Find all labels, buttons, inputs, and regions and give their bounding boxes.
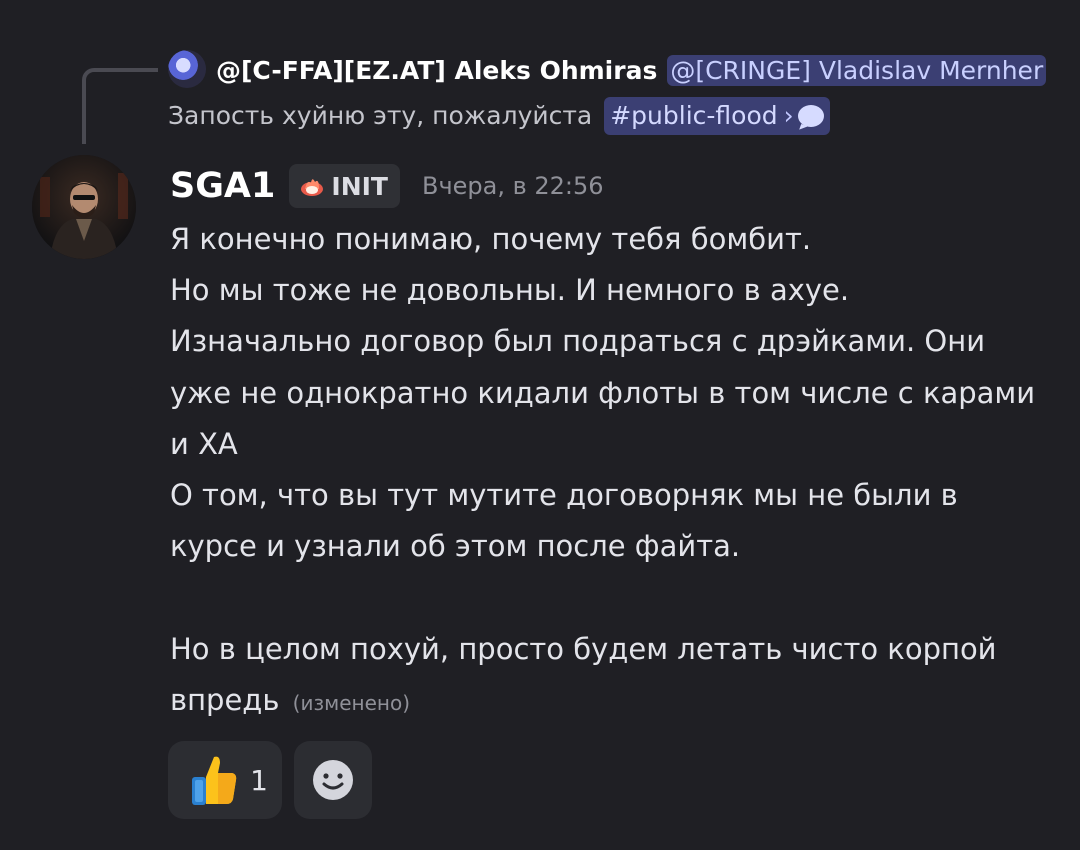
- message-text: Я конечно понимаю, почему тебя бомбит. Н…: [170, 222, 1036, 717]
- add-reaction-button[interactable]: [294, 741, 372, 819]
- reply-mention[interactable]: @[CRINGE] Vladislav Mernher: [667, 55, 1047, 86]
- reaction-count: 1: [250, 763, 268, 797]
- add-reaction-icon: [313, 760, 353, 800]
- channel-link[interactable]: #public-flood ›: [604, 97, 830, 135]
- thumbs-up-icon: [192, 756, 237, 805]
- chevron-right-icon: ›: [783, 101, 794, 130]
- reply-text: Запость хуйню эту, пожалуйста: [168, 101, 593, 130]
- reply-preview[interactable]: @[C-FFA][EZ.AT] Aleks Ohmiras @[CRINGE] V…: [168, 48, 1048, 138]
- chat-bubble-icon: [797, 105, 824, 127]
- server-tag-badge[interactable]: INIT: [289, 164, 400, 208]
- username[interactable]: SGA1: [170, 166, 275, 206]
- chat-screen: @[C-FFA][EZ.AT] Aleks Ohmiras @[CRINGE] V…: [0, 0, 1080, 850]
- message-body: Я конечно понимаю, почему тебя бомбит. Н…: [170, 214, 1050, 729]
- reply-author-avatar[interactable]: [168, 50, 206, 88]
- edited-label: (изменено): [292, 690, 410, 715]
- avatar[interactable]: [32, 155, 136, 259]
- message-header: SGA1 INIT Вчера, в 22:56: [170, 160, 604, 212]
- reply-connector: [82, 68, 158, 144]
- server-tag-label: INIT: [331, 171, 388, 201]
- channel-name: #public-flood: [610, 101, 778, 130]
- reactions-bar: 1: [168, 741, 372, 819]
- reply-author-name[interactable]: @[C-FFA][EZ.AT] Aleks Ohmiras: [216, 56, 657, 85]
- timestamp: Вчера, в 22:56: [421, 172, 604, 200]
- fire-badge-icon: [301, 179, 324, 196]
- avatar-image: [32, 155, 136, 259]
- reaction-thumbs-up[interactable]: 1: [168, 741, 282, 819]
